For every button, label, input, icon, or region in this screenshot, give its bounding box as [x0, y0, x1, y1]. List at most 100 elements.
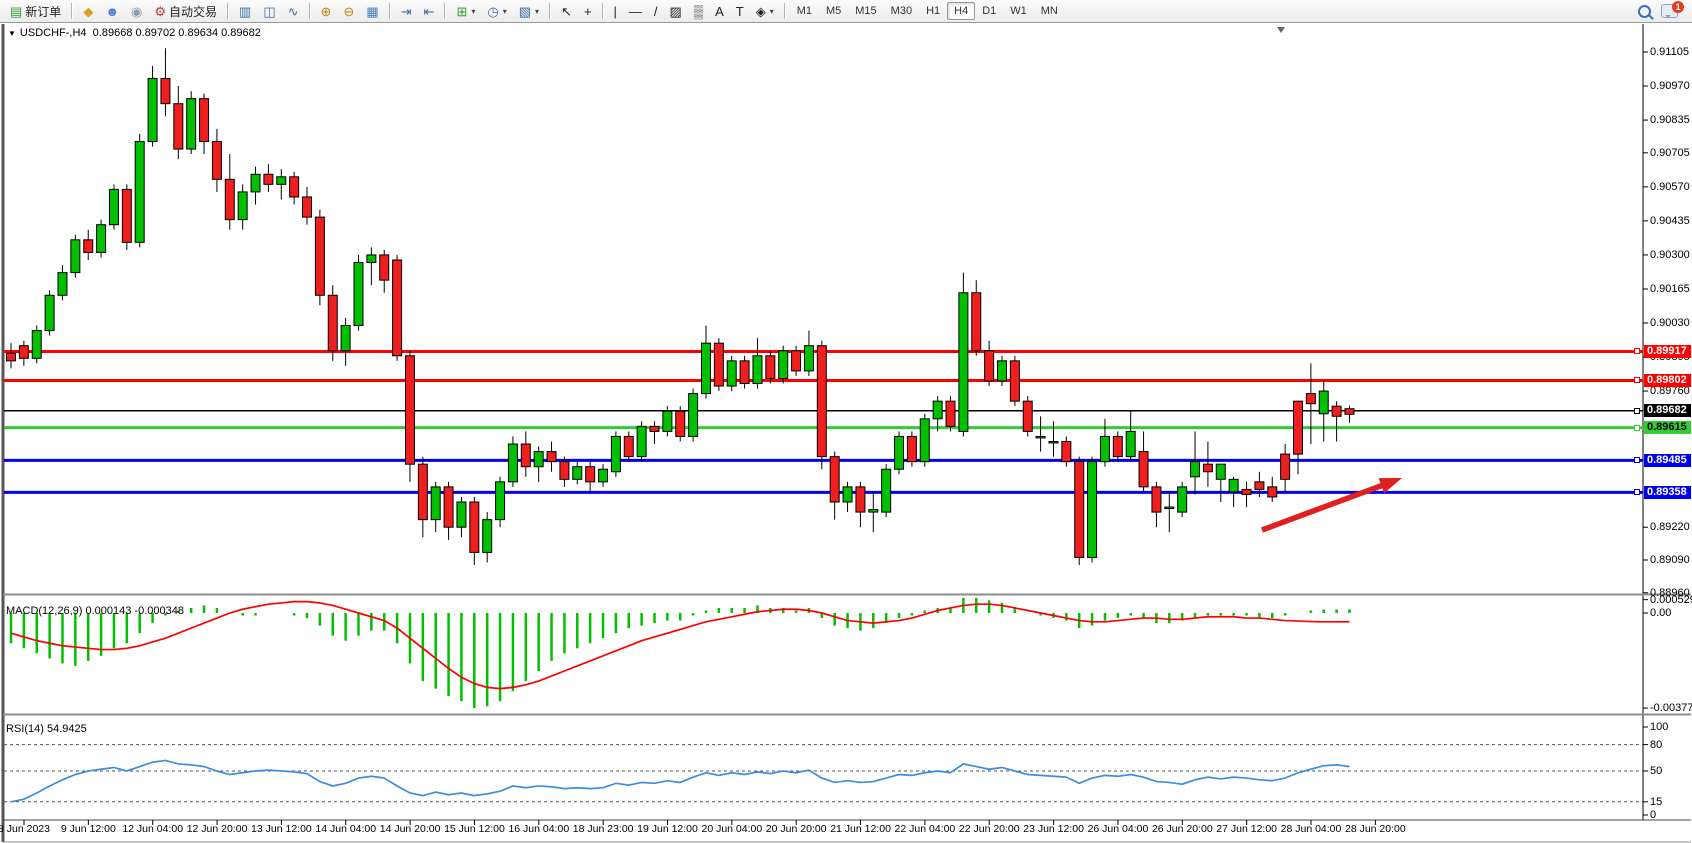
bar-chart-icon[interactable]: ▥ [234, 3, 256, 20]
timeframe-m30[interactable]: M30 [884, 2, 919, 20]
level-price-label-0.89615: 0.89615 [1644, 421, 1691, 434]
candle-body [367, 255, 376, 263]
level-price-label-0.89358: 0.89358 [1644, 486, 1691, 499]
chart-shift-icon[interactable]: ⇤ [419, 3, 440, 20]
toolbar-separator [602, 3, 604, 19]
toolbar-group: ⊕ ⊖ ▦ [315, 0, 385, 22]
candle-body [1191, 462, 1200, 477]
candle-body [573, 467, 582, 480]
timeframe-w1[interactable]: W1 [1003, 2, 1034, 20]
candle-body [1332, 406, 1341, 416]
auto-scroll-icon[interactable]: ⇥ [396, 3, 417, 20]
timeframe-h4[interactable]: H4 [947, 2, 975, 20]
candle-body [1023, 401, 1032, 431]
candle-body [1294, 401, 1303, 454]
indicators-button[interactable]: ⊞▾ [451, 3, 480, 20]
candlestick-chart-icon[interactable]: ◫ [258, 3, 280, 20]
timeframe-m1[interactable]: M1 [790, 2, 819, 20]
candle-body [1165, 507, 1174, 509]
indicators-button-dropdown-icon[interactable]: ▾ [471, 7, 475, 16]
rsi-tick-label: 0 [1650, 809, 1656, 821]
chart-canvas[interactable] [0, 24, 1692, 843]
line-chart-icon[interactable]: ∿ [283, 3, 304, 20]
level-line-anchor[interactable] [1634, 408, 1640, 414]
text-label-glyph: T [736, 5, 744, 18]
price-tick-label: 0.91105 [1650, 46, 1689, 58]
candle-body [212, 141, 221, 179]
candle-body [251, 174, 260, 192]
tile-windows-icon[interactable]: ▦ [361, 3, 383, 20]
vertical-line-button[interactable]: | [609, 3, 622, 20]
price-tick-label: 0.90970 [1650, 80, 1690, 92]
timeframe-h1[interactable]: H1 [919, 2, 947, 20]
candle-body [714, 343, 723, 386]
toolbar-right: 1 [1638, 4, 1692, 18]
candle-body [45, 295, 54, 330]
signals-icon[interactable]: ◉ [126, 3, 147, 20]
toolbar-group: ▥ ◫ ∿ [233, 0, 305, 22]
crosshair-button[interactable]: + [579, 3, 597, 20]
timeframe-mn[interactable]: MN [1034, 2, 1065, 20]
text-label-button[interactable]: T [731, 3, 749, 20]
candle-body [187, 99, 196, 149]
chart-area[interactable]: ▼USDCHF-,H4 0.89668 0.89702 0.89634 0.89… [0, 24, 1692, 843]
timeframe-d1[interactable]: D1 [975, 2, 1003, 20]
bar-chart-icon-glyph: ▥ [239, 5, 251, 18]
candle-body [856, 487, 865, 512]
candle-body [1062, 441, 1071, 461]
timeframe-m5[interactable]: M5 [819, 2, 848, 20]
search-icon[interactable] [1638, 5, 1651, 18]
candle-body [1281, 454, 1290, 479]
candle-body [946, 401, 955, 426]
price-tick-label: 0.90570 [1650, 181, 1690, 193]
periods-button-dropdown-icon[interactable]: ▾ [503, 7, 507, 16]
history-center-icon-glyph: ◆ [83, 5, 93, 18]
line-chart-icon-glyph: ∿ [288, 5, 299, 18]
candle-body [354, 263, 363, 326]
zoom-in-glyph: ⊕ [321, 5, 332, 18]
templates-button[interactable]: ▧▾ [514, 3, 544, 20]
arrows-button-dropdown-icon[interactable]: ▾ [770, 7, 774, 16]
price-tick-label: 0.90705 [1650, 147, 1690, 159]
rsi-tick-label: 50 [1650, 765, 1662, 777]
candle-body [405, 356, 414, 464]
candle-body [1178, 487, 1187, 512]
profile-icon-glyph: ☻ [105, 5, 119, 18]
cursor-glyph: ↖ [561, 5, 572, 18]
timeframe-m15[interactable]: M15 [848, 2, 883, 20]
price-tick-label: 0.90030 [1650, 317, 1690, 329]
equidistant-channel-button[interactable]: ▨ [665, 3, 687, 20]
trendline-button[interactable]: / [649, 3, 663, 20]
notifications-icon[interactable]: 1 [1661, 4, 1678, 18]
tile-windows-icon-glyph: ▦ [366, 5, 378, 18]
candle-body [1216, 464, 1225, 479]
autotrading-button[interactable]: ⚙自动交易 [149, 1, 222, 22]
profile-icon[interactable]: ☻ [100, 3, 124, 20]
signals-icon-glyph: ◉ [131, 5, 142, 18]
horizontal-line-button[interactable]: — [624, 3, 647, 20]
chart-collapse-icon[interactable]: ▼ [8, 29, 16, 38]
templates-button-dropdown-icon[interactable]: ▾ [535, 7, 539, 16]
level-line-anchor[interactable] [1634, 425, 1640, 431]
candle-body [496, 482, 505, 520]
periods-button[interactable]: ◷▾ [482, 3, 511, 20]
level-price-label-0.89682: 0.89682 [1644, 404, 1691, 417]
zoom-out-button[interactable]: ⊖ [338, 3, 359, 20]
fibonacci-button[interactable]: ▒ [689, 3, 708, 20]
level-line-anchor[interactable] [1634, 489, 1640, 495]
level-line-anchor[interactable] [1634, 377, 1640, 383]
zoom-in-button[interactable]: ⊕ [316, 3, 337, 20]
history-center-icon[interactable]: ◆ [78, 3, 98, 20]
candle-body [1075, 462, 1084, 558]
text-button[interactable]: A [710, 3, 729, 20]
toolbar-separator [309, 3, 311, 19]
level-line-anchor[interactable] [1634, 457, 1640, 463]
candle-body [521, 444, 530, 467]
price-tick-label: 0.90835 [1650, 114, 1690, 126]
new-order-button[interactable]: ▤新订单 [5, 1, 66, 22]
cursor-button[interactable]: ↖ [556, 3, 577, 20]
arrows-button[interactable]: ◈▾ [751, 3, 779, 20]
auto-scroll-icon-glyph: ⇥ [401, 5, 412, 18]
level-line-anchor[interactable] [1634, 348, 1640, 354]
time-axis-label: 20 Jun 20:00 [766, 823, 827, 835]
